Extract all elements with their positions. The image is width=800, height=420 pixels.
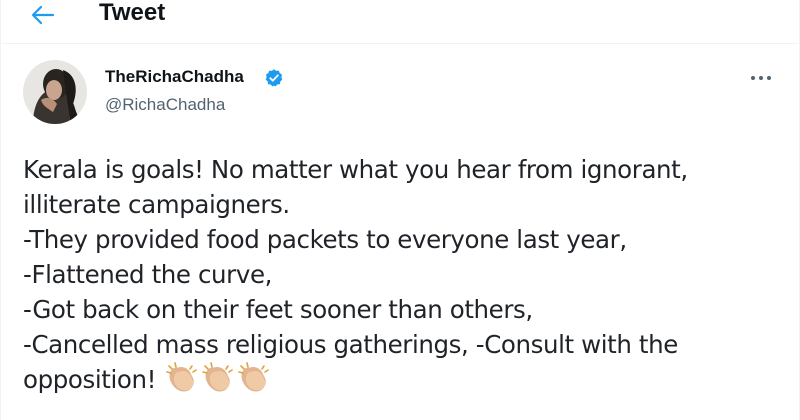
more-horizontal-icon [751,76,771,80]
tweet-line: -Flattened the curve, [23,260,273,289]
verified-badge-icon [264,68,284,88]
clapping-hands-icon [165,362,199,394]
clapping-hands-icon [201,362,235,394]
author-display-name[interactable]: TheRichaChadha [105,66,244,88]
more-options-button[interactable] [743,66,779,90]
tweet-line: -Got back on their feet sooner than othe… [23,295,533,324]
tweet-line: illiterate campaigners. [23,190,290,219]
page-title: Tweet [99,0,166,26]
back-button[interactable] [23,0,63,32]
tweet-line: opposition! [23,365,157,394]
clapping-hands-icon [237,362,271,394]
author-handle[interactable]: @RichaChadha [105,94,225,116]
tweet-page: Tweet TheRichaChadha @RichaChadha Kerala… [0,0,800,420]
tweet-text: Kerala is goals! No matter what you hear… [23,152,793,397]
profile-photo [23,60,87,124]
avatar[interactable] [23,60,87,124]
top-bar: Tweet [1,0,800,44]
tweet-line: Kerala is goals! No matter what you hear… [23,155,688,184]
arrow-left-icon [31,5,55,25]
tweet-line: -They provided food packets to everyone … [23,225,627,254]
tweet-last-line: opposition! [23,362,793,397]
tweet-line: -Cancelled mass religious gatherings, -C… [23,330,678,359]
